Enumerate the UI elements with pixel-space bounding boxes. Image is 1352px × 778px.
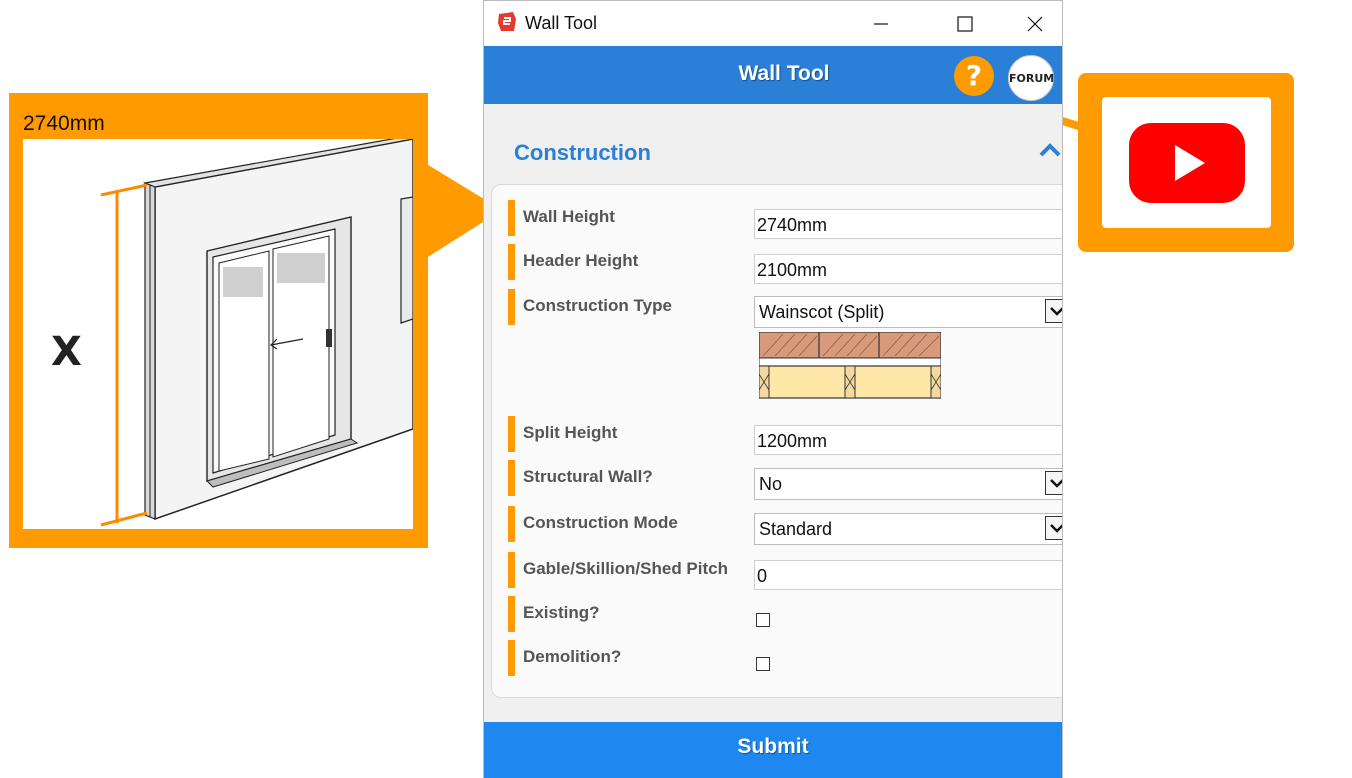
existing-label: Existing? — [508, 596, 600, 632]
forum-button[interactable]: FORUM — [1008, 55, 1054, 101]
construction-mode-value: Standard — [759, 519, 833, 539]
pitch-label: Gable/Skillion/Shed Pitch — [508, 552, 728, 588]
pitch-input[interactable]: 0 — [754, 560, 1062, 590]
header-height-label: Header Height — [508, 244, 638, 280]
window-title: Wall Tool — [525, 13, 598, 33]
youtube-play-icon[interactable] — [1102, 97, 1271, 228]
construction-mode-select[interactable]: Standard — [754, 513, 1062, 545]
wall-tool-window: Wall Tool Wall Tool ? FORUM Construction… — [483, 0, 1063, 778]
wall-height-input[interactable]: 2740mm — [754, 209, 1062, 239]
split-height-label: Split Height — [508, 416, 617, 452]
wall-height-label: Wall Height — [508, 200, 615, 236]
split-height-input[interactable]: 1200mm — [754, 425, 1062, 455]
maximize-icon[interactable] — [948, 9, 982, 39]
video-callout — [1078, 73, 1294, 252]
tool-header: Wall Tool ? FORUM — [484, 46, 1062, 104]
section-title[interactable]: Construction — [514, 140, 651, 166]
structural-wall-select[interactable]: No — [754, 468, 1062, 500]
title-bar: Wall Tool — [484, 0, 1062, 46]
chevron-down-icon[interactable] — [1045, 516, 1062, 540]
submit-button[interactable]: Submit — [484, 722, 1062, 778]
close-icon[interactable] — [1018, 9, 1052, 39]
preview-value: 2740mm — [23, 112, 105, 135]
dimension-label: X — [51, 329, 82, 375]
help-button[interactable]: ? — [954, 56, 994, 96]
construction-type-label: Construction Type — [508, 289, 672, 325]
wainscot-construction-graphic — [759, 332, 941, 399]
chevron-up-icon[interactable] — [1038, 142, 1062, 158]
minimize-icon[interactable] — [864, 9, 898, 39]
construction-type-select[interactable]: Wainscot (Split) — [754, 296, 1062, 328]
construction-type-value: Wainscot (Split) — [759, 302, 885, 322]
video-card[interactable] — [1102, 97, 1271, 228]
construction-panel: Wall Height 2740mm Header Height 2100mm … — [491, 184, 1062, 698]
chevron-down-icon[interactable] — [1045, 299, 1062, 323]
chevron-down-icon[interactable] — [1045, 471, 1062, 495]
existing-checkbox[interactable] — [756, 613, 770, 627]
demolition-label: Demolition? — [508, 640, 621, 676]
structural-wall-value: No — [759, 474, 783, 494]
demolition-checkbox[interactable] — [756, 657, 770, 671]
construction-mode-label: Construction Mode — [508, 506, 678, 542]
sketchup-app-icon — [498, 12, 516, 31]
header-height-input[interactable]: 2100mm — [754, 254, 1062, 284]
structural-wall-label: Structural Wall? — [508, 460, 653, 496]
wall-preview-image: X — [23, 139, 413, 529]
